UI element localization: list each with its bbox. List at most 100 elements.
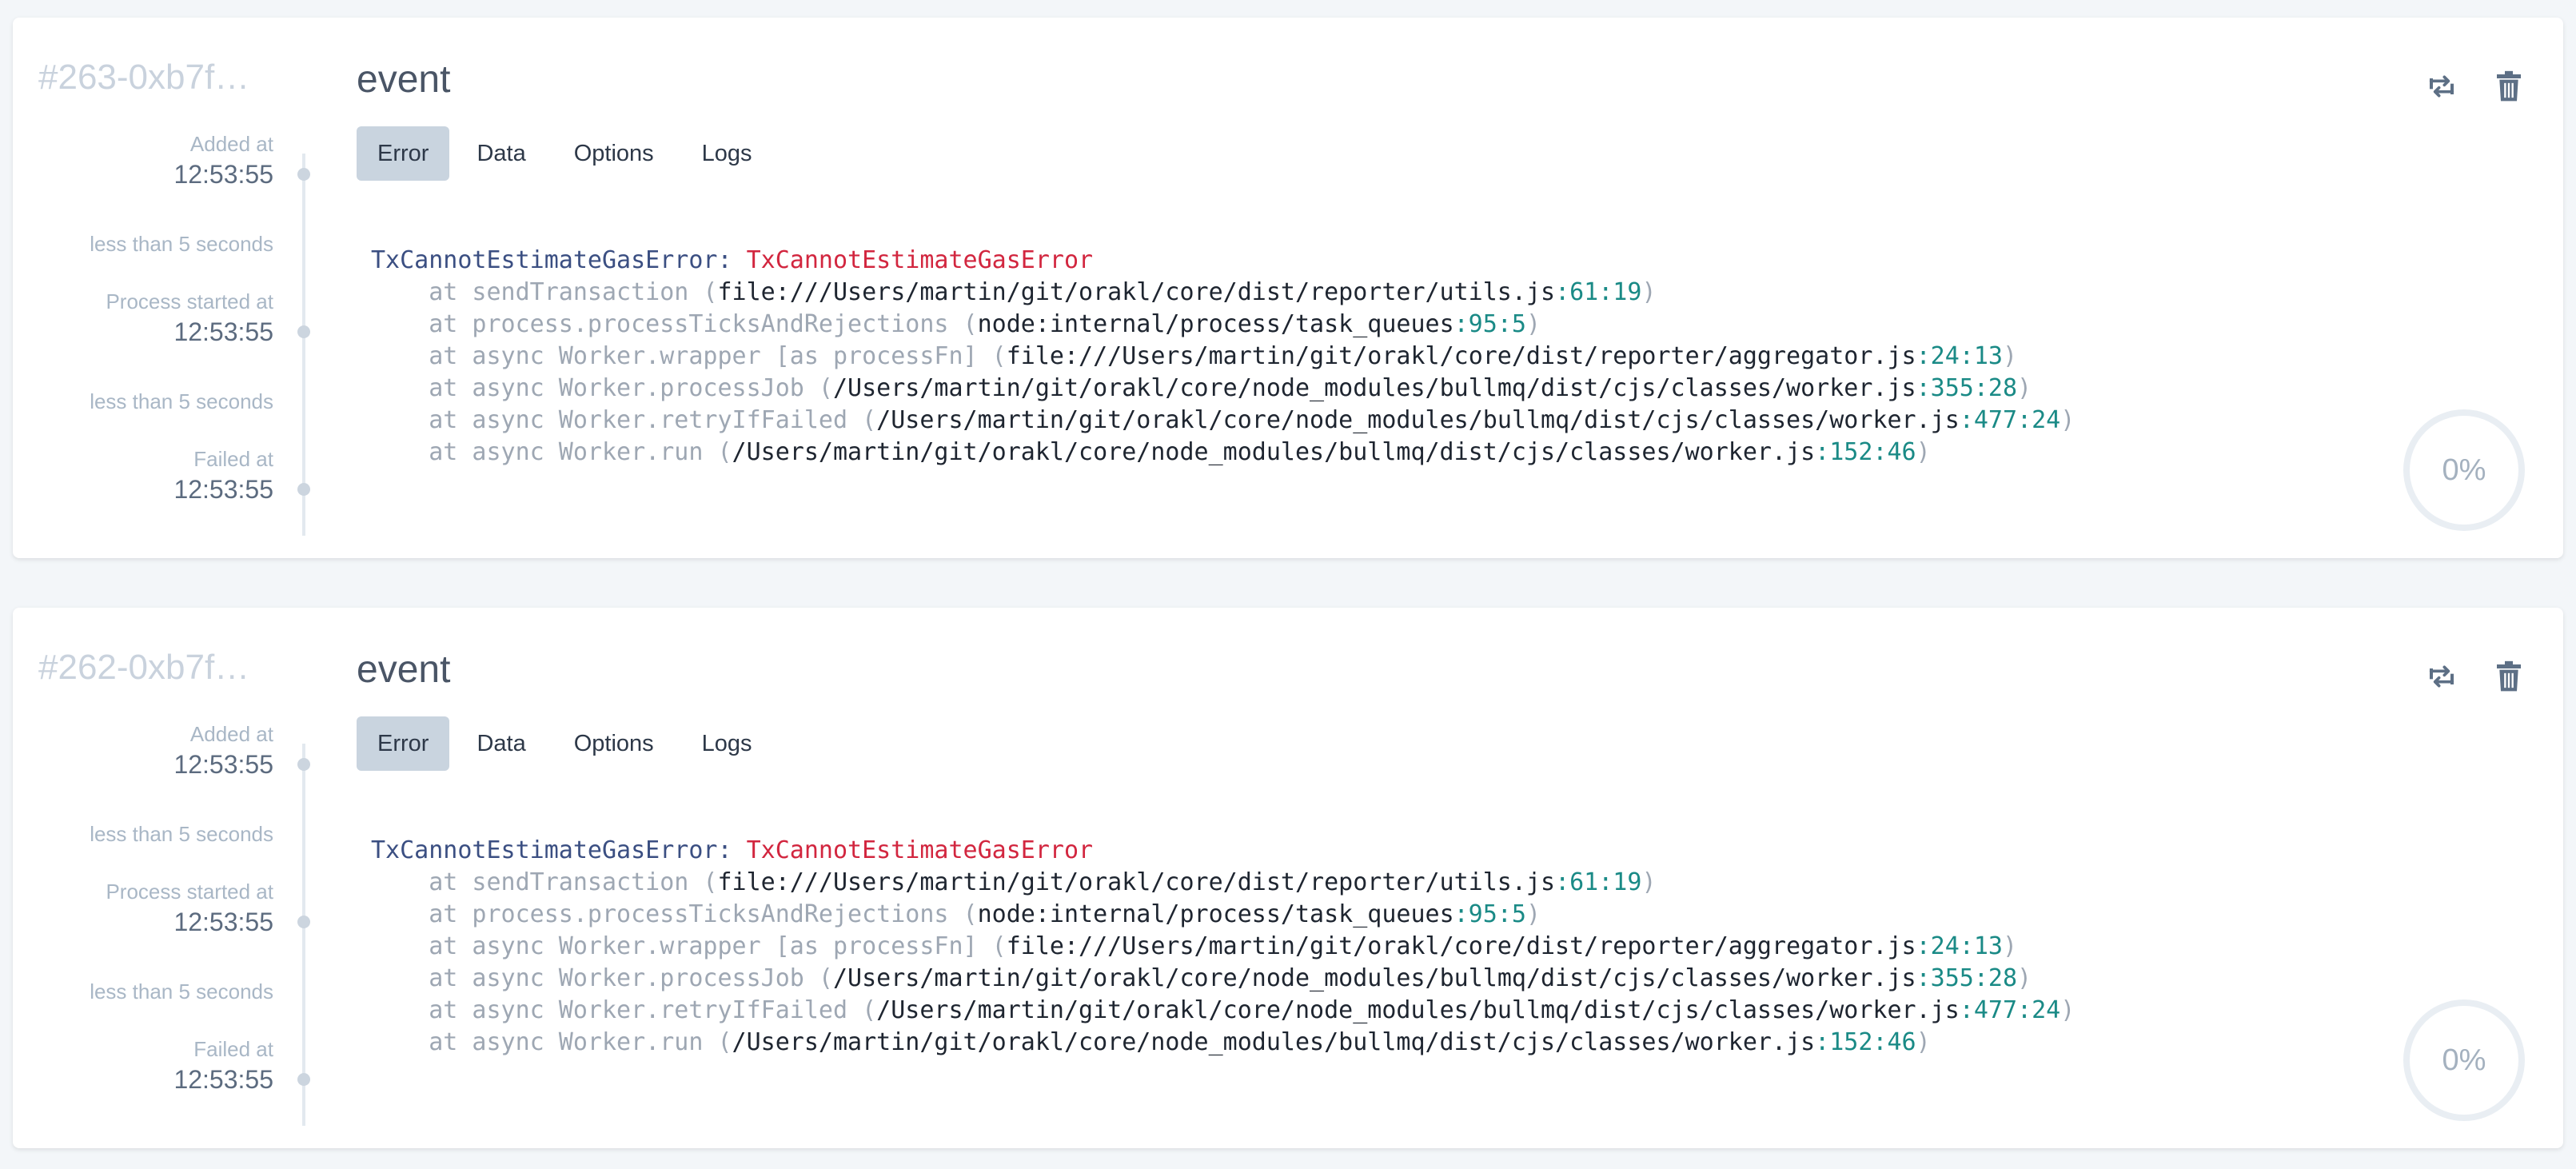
- frame-function: at async Worker.wrapper [as processFn] (: [429, 932, 1007, 960]
- frame-close: ): [2060, 996, 2076, 1024]
- frame-close: ): [2002, 342, 2018, 370]
- frame-close: ): [2017, 374, 2032, 402]
- frame-location: :152:46: [1815, 438, 1916, 466]
- timeline-dot: [297, 483, 310, 496]
- frame-location: :355:28: [1916, 964, 2018, 992]
- frame-path: file:///Users/martin/git/orakl/core/dist…: [717, 868, 1556, 896]
- frame-path: /Users/martin/git/orakl/core/node_module…: [732, 1028, 1816, 1056]
- frame-path: file:///Users/martin/git/orakl/core/dist…: [1006, 342, 1916, 370]
- trash-icon: [2497, 70, 2521, 102]
- progress-circle: 0%: [2403, 409, 2525, 531]
- frame-function: at process.processTicksAndRejections (: [429, 310, 978, 338]
- frame-path: /Users/martin/git/orakl/core/node_module…: [876, 406, 1960, 434]
- process-started-time: 12:53:55: [173, 317, 273, 346]
- frame-location: :152:46: [1815, 1028, 1916, 1056]
- frame-function: at async Worker.run (: [429, 438, 732, 466]
- frame-path: /Users/martin/git/orakl/core/node_module…: [876, 996, 1960, 1024]
- frame-close: ): [1916, 438, 1931, 466]
- frame-close: ): [2060, 406, 2076, 434]
- stack-frame: at async Worker.wrapper [as processFn] (…: [429, 932, 2017, 960]
- retry-button[interactable]: [2422, 67, 2461, 106]
- tab-data[interactable]: Data: [456, 716, 546, 771]
- frame-location: :24:13: [1916, 342, 2003, 370]
- trash-icon: [2497, 660, 2521, 692]
- error-stacktrace: TxCannotEstimateGasError: TxCannotEstima…: [371, 835, 2075, 1059]
- job-timeline: Added at 12:53:55 less than 5 seconds Pr…: [13, 608, 333, 1148]
- stack-frame: at async Worker.retryIfFailed (/Users/ma…: [429, 406, 2075, 434]
- frame-path: /Users/martin/git/orakl/core/node_module…: [832, 374, 1916, 402]
- failed-label: Failed at: [193, 1037, 273, 1061]
- tab-logs[interactable]: Logs: [681, 126, 773, 181]
- added-label: Added at: [189, 722, 273, 746]
- frame-location: :61:19: [1555, 868, 1642, 896]
- job-actions: [2422, 67, 2528, 106]
- job-card: #262-0xb7f… Added at 12:53:55 less than …: [13, 608, 2563, 1148]
- frame-function: at async Worker.processJob (: [429, 964, 833, 992]
- added-time: 12:53:55: [173, 160, 273, 189]
- delete-button[interactable]: [2490, 67, 2528, 106]
- frame-function: at async Worker.processJob (: [429, 374, 833, 402]
- frame-path: node:internal/process/task_queues: [977, 900, 1454, 928]
- process-started-label: Process started at: [106, 880, 273, 904]
- timeline-dot: [297, 325, 310, 338]
- error-message: TxCannotEstimateGasError: [746, 246, 1094, 274]
- delete-button[interactable]: [2490, 657, 2528, 696]
- retry-button[interactable]: [2422, 657, 2461, 696]
- frame-path: file:///Users/martin/git/orakl/core/dist…: [1006, 932, 1916, 960]
- frame-close: ): [1525, 900, 1541, 928]
- stack-frame: at async Worker.retryIfFailed (/Users/ma…: [429, 996, 2075, 1024]
- tab-logs[interactable]: Logs: [681, 716, 773, 771]
- retry-icon: [2429, 75, 2454, 98]
- wait-duration: less than 5 seconds: [90, 232, 273, 256]
- stack-frame: at async Worker.processJob (/Users/marti…: [429, 374, 2032, 402]
- stack-frame: at async Worker.run (/Users/martin/git/o…: [429, 438, 1930, 466]
- frame-close: ): [1525, 310, 1541, 338]
- stack-frame: at sendTransaction (file:///Users/martin…: [429, 278, 1656, 306]
- job-actions: [2422, 657, 2528, 696]
- timeline-line: [302, 744, 305, 1126]
- frame-close: ): [1641, 278, 1657, 306]
- frame-function: at sendTransaction (: [429, 868, 718, 896]
- wait-duration: less than 5 seconds: [90, 822, 273, 846]
- process-started-label: Process started at: [106, 289, 273, 313]
- retry-icon: [2429, 665, 2454, 688]
- job-timeline: Added at 12:53:55 less than 5 seconds Pr…: [13, 18, 333, 558]
- frame-close: ): [2002, 932, 2018, 960]
- timeline-line: [302, 154, 305, 536]
- tab-error[interactable]: Error: [357, 716, 450, 771]
- job-name: event: [357, 648, 451, 691]
- tab-error[interactable]: Error: [357, 126, 450, 181]
- frame-close: ): [2017, 964, 2032, 992]
- frame-location: :24:13: [1916, 932, 2003, 960]
- frame-function: at async Worker.retryIfFailed (: [429, 406, 877, 434]
- job-tabs: Error Data Options Logs: [357, 716, 773, 771]
- failed-time: 12:53:55: [173, 475, 273, 504]
- job-name: event: [357, 58, 451, 101]
- job-card: #263-0xb7f… Added at 12:53:55 less than …: [13, 18, 2563, 558]
- timeline-dot: [297, 758, 310, 771]
- timeline-dot: [297, 916, 310, 928]
- frame-location: :61:19: [1555, 278, 1642, 306]
- stack-frame: at async Worker.run (/Users/martin/git/o…: [429, 1028, 1930, 1056]
- frame-close: ): [1916, 1028, 1931, 1056]
- process-duration: less than 5 seconds: [90, 979, 273, 1003]
- frame-path: /Users/martin/git/orakl/core/node_module…: [832, 964, 1916, 992]
- error-message: TxCannotEstimateGasError: [746, 836, 1094, 864]
- stack-frame: at async Worker.wrapper [as processFn] (…: [429, 342, 2017, 370]
- progress-circle: 0%: [2403, 999, 2525, 1121]
- tab-options[interactable]: Options: [553, 126, 675, 181]
- error-name: TxCannotEstimateGasError:: [371, 246, 732, 274]
- failed-time: 12:53:55: [173, 1065, 273, 1094]
- process-started-time: 12:53:55: [173, 908, 273, 936]
- stack-frame: at async Worker.processJob (/Users/marti…: [429, 964, 2032, 992]
- tab-options[interactable]: Options: [553, 716, 675, 771]
- timeline-dot: [297, 168, 310, 181]
- added-time: 12:53:55: [173, 750, 273, 779]
- frame-close: ): [1641, 868, 1657, 896]
- tab-data[interactable]: Data: [456, 126, 546, 181]
- frame-path: /Users/martin/git/orakl/core/node_module…: [732, 438, 1816, 466]
- frame-function: at async Worker.retryIfFailed (: [429, 996, 877, 1024]
- frame-location: :477:24: [1959, 406, 2061, 434]
- frame-function: at sendTransaction (: [429, 278, 718, 306]
- frame-function: at process.processTicksAndRejections (: [429, 900, 978, 928]
